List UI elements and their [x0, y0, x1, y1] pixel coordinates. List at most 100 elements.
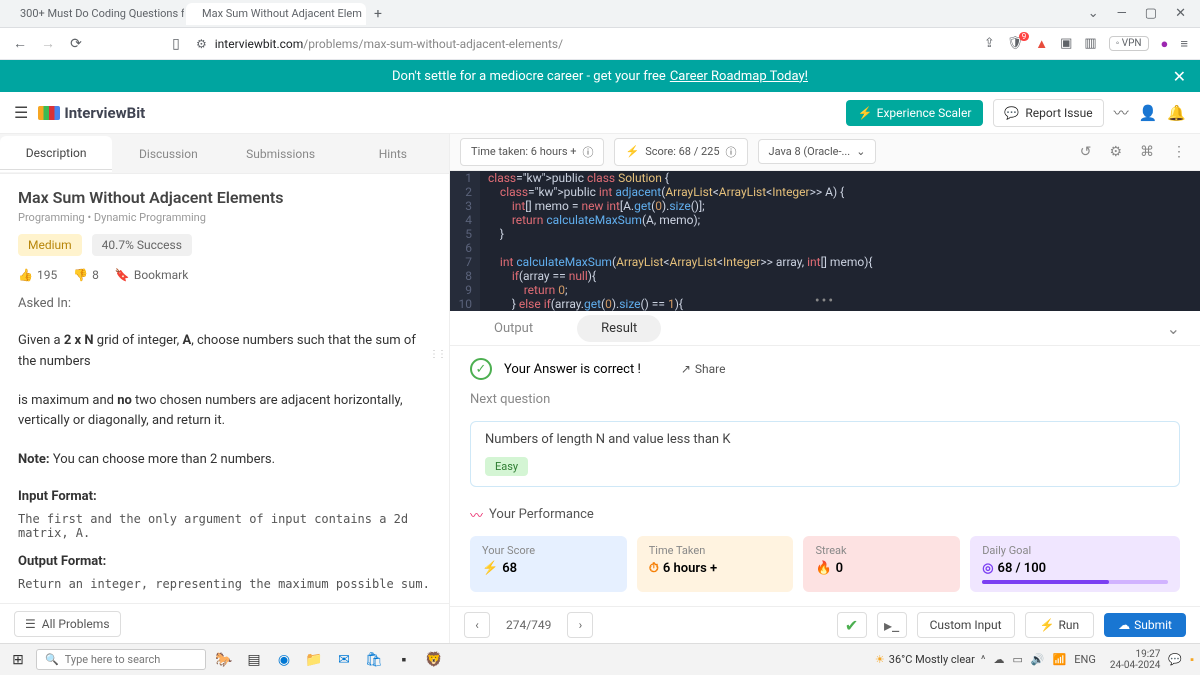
dislike-button[interactable]: 👎 8	[73, 268, 99, 282]
share-icon[interactable]: ⇪	[984, 36, 995, 51]
forward-button[interactable]: →	[40, 35, 56, 52]
minimize-icon[interactable]: —	[1117, 6, 1127, 21]
brave-app-icon[interactable]: 🦁	[422, 648, 446, 672]
status-check-icon[interactable]: ✔	[837, 612, 867, 638]
sidepanel-icon[interactable]: ▣	[1060, 36, 1072, 51]
like-button[interactable]: 👍 195	[18, 268, 57, 282]
next-question-card[interactable]: Numbers of length N and value less than …	[470, 421, 1180, 487]
tab-discussion[interactable]: Discussion	[112, 137, 224, 171]
clock[interactable]: 19:27 24-04-2024	[1110, 649, 1161, 671]
run-button[interactable]: ⚡ Run	[1025, 612, 1095, 638]
collapse-output-icon[interactable]: ⌄	[1167, 319, 1180, 338]
custom-input-button[interactable]: Custom Input	[917, 612, 1015, 638]
wallet-icon[interactable]: ▥	[1084, 36, 1096, 51]
time-card: Time Taken ⏱6 hours +	[637, 536, 794, 592]
mail-icon[interactable]: ✉	[332, 648, 356, 672]
info-icon: ⓘ	[582, 144, 593, 160]
browser-tab-inactive[interactable]: 300+ Must Do Coding Questions fro	[4, 3, 184, 25]
all-problems-button[interactable]: ☰ All Problems	[14, 611, 121, 637]
show-desktop-icon[interactable]: ▪	[1190, 653, 1194, 666]
bookmark-button[interactable]: 🔖 Bookmark	[115, 268, 188, 282]
score-pill[interactable]: ⚡ Score: 68 / 225 ⓘ	[614, 138, 747, 166]
chevron-up-icon[interactable]: ^	[981, 653, 986, 666]
system-tray[interactable]: ^ ☁ ▭ 🔊 📶 ENG 19:27 24-04-2024 💬 ▪	[981, 649, 1194, 671]
share-button[interactable]: ↗ Share	[681, 362, 726, 376]
menu-icon[interactable]: ≡	[1180, 36, 1188, 52]
url-host: interviewbit.com	[215, 37, 304, 51]
next-page-button[interactable]: ›	[567, 612, 593, 638]
brave-icon[interactable]: ▲	[1035, 36, 1048, 52]
taskbar-search[interactable]: 🔍 Type here to search	[36, 649, 206, 670]
expand-handle-icon[interactable]: •••	[815, 293, 835, 309]
user-icon[interactable]: 👤	[1139, 104, 1158, 122]
url-field[interactable]: ⚙ interviewbit.com/problems/max-sum-with…	[196, 37, 972, 51]
maximize-icon[interactable]: ▢	[1145, 6, 1157, 21]
promo-link[interactable]: Career Roadmap Today!	[670, 69, 808, 84]
task-view-icon[interactable]: ▤	[242, 648, 266, 672]
site-settings-icon[interactable]: ⚙	[196, 37, 207, 51]
more-icon[interactable]: ⋮	[1168, 144, 1190, 160]
code-editor[interactable]: 1class="kw">public class Solution {2 cla…	[450, 171, 1200, 311]
terminal-icon[interactable]: ▸_	[877, 612, 907, 638]
tab-description[interactable]: Description	[0, 136, 112, 172]
brand-logo[interactable]: InterviewBit	[38, 104, 145, 122]
back-button[interactable]: ←	[12, 35, 28, 52]
settings-icon[interactable]: ⚙	[1105, 144, 1126, 160]
vpn-badge[interactable]: ◦ VPN	[1109, 36, 1149, 51]
tab-output[interactable]: Output	[470, 315, 557, 342]
weather-widget[interactable]: ☀ 36°C Mostly clear	[875, 653, 975, 666]
problem-description: Max Sum Without Adjacent Elements Progra…	[0, 174, 449, 603]
bell-icon[interactable]: 🔔	[1167, 104, 1186, 122]
browser-tab-active[interactable]: Max Sum Without Adjacent Elem ✕	[186, 3, 366, 25]
hamburger-icon[interactable]: ☰	[14, 103, 28, 122]
streak-card: Streak 🔥0	[803, 536, 960, 592]
tab-hints[interactable]: Hints	[337, 137, 449, 171]
tab-result[interactable]: Result	[577, 315, 661, 342]
store-icon[interactable]: 🛍	[362, 648, 386, 672]
chevron-down-icon[interactable]: ⌄	[1088, 6, 1099, 21]
keyboard-icon[interactable]: ⌘	[1136, 144, 1158, 160]
next-question-label: Next question	[450, 392, 1200, 417]
report-issue-button[interactable]: 💬 Report Issue	[993, 99, 1103, 127]
volume-icon[interactable]: 🔊	[1031, 653, 1045, 666]
sun-icon: ☀	[875, 653, 885, 666]
difficulty-badge: Medium	[18, 234, 82, 256]
notifications-icon[interactable]: 💬	[1168, 653, 1182, 666]
close-promo-icon[interactable]: ✕	[1173, 67, 1186, 86]
lang-indicator[interactable]: ENG	[1074, 653, 1096, 666]
time-taken-pill[interactable]: Time taken: 6 hours + ⓘ	[460, 138, 604, 166]
profile-icon[interactable]: ●	[1161, 36, 1169, 52]
new-tab-button[interactable]: +	[368, 6, 388, 22]
wifi-icon[interactable]: 📶	[1053, 653, 1067, 666]
promo-text: Don't settle for a mediocre career - get…	[392, 69, 666, 84]
breadcrumb: Programming • Dynamic Programming	[18, 211, 431, 224]
right-panel: Time taken: 6 hours + ⓘ ⚡ Score: 68 / 22…	[450, 134, 1200, 643]
edge-icon[interactable]: ◉	[272, 648, 296, 672]
reload-button[interactable]: ⟳	[68, 36, 84, 52]
close-window-icon[interactable]: ✕	[1175, 6, 1186, 21]
prev-page-button[interactable]: ‹	[464, 612, 490, 638]
battery-icon[interactable]: ▭	[1012, 653, 1022, 666]
experience-scaler-button[interactable]: ⚡ Experience Scaler	[846, 100, 984, 126]
copilot-icon[interactable]: 🐎	[212, 648, 236, 672]
shield-icon[interactable]: 🛡9	[1007, 36, 1024, 51]
language-dropdown[interactable]: Java 8 (Oracle-... ⌄	[758, 139, 877, 164]
bookmark-icon[interactable]: ▯	[168, 36, 184, 52]
reset-icon[interactable]: ↺	[1076, 144, 1096, 160]
tab-submissions[interactable]: Submissions	[225, 137, 337, 171]
goal-progress-bar	[982, 580, 1168, 584]
windows-taskbar: ⊞ 🔍 Type here to search 🐎 ▤ ◉ 📁 ✉ 🛍 ▪ 🦁 …	[0, 643, 1200, 675]
activity-icon[interactable]: 〰	[1114, 102, 1129, 123]
tab-title: Max Sum Without Adjacent Elem	[202, 7, 362, 20]
terminal-app-icon[interactable]: ▪	[392, 648, 416, 672]
url-path: /problems/max-sum-without-adjacent-eleme…	[303, 37, 563, 51]
result-row: ✓ Your Answer is correct ! ↗ Share	[450, 346, 1200, 392]
submit-button[interactable]: ☁ Submit	[1104, 613, 1186, 637]
resize-handle-icon[interactable]: ⋮⋮⋮	[429, 349, 449, 360]
onedrive-icon[interactable]: ☁	[993, 653, 1004, 666]
info-icon: ⓘ	[726, 144, 737, 160]
explorer-icon[interactable]: 📁	[302, 648, 326, 672]
description-note: Note: You can choose more than 2 numbers…	[18, 450, 431, 471]
main-area: Description Discussion Submissions Hints…	[0, 134, 1200, 643]
start-button[interactable]: ⊞	[6, 648, 30, 672]
